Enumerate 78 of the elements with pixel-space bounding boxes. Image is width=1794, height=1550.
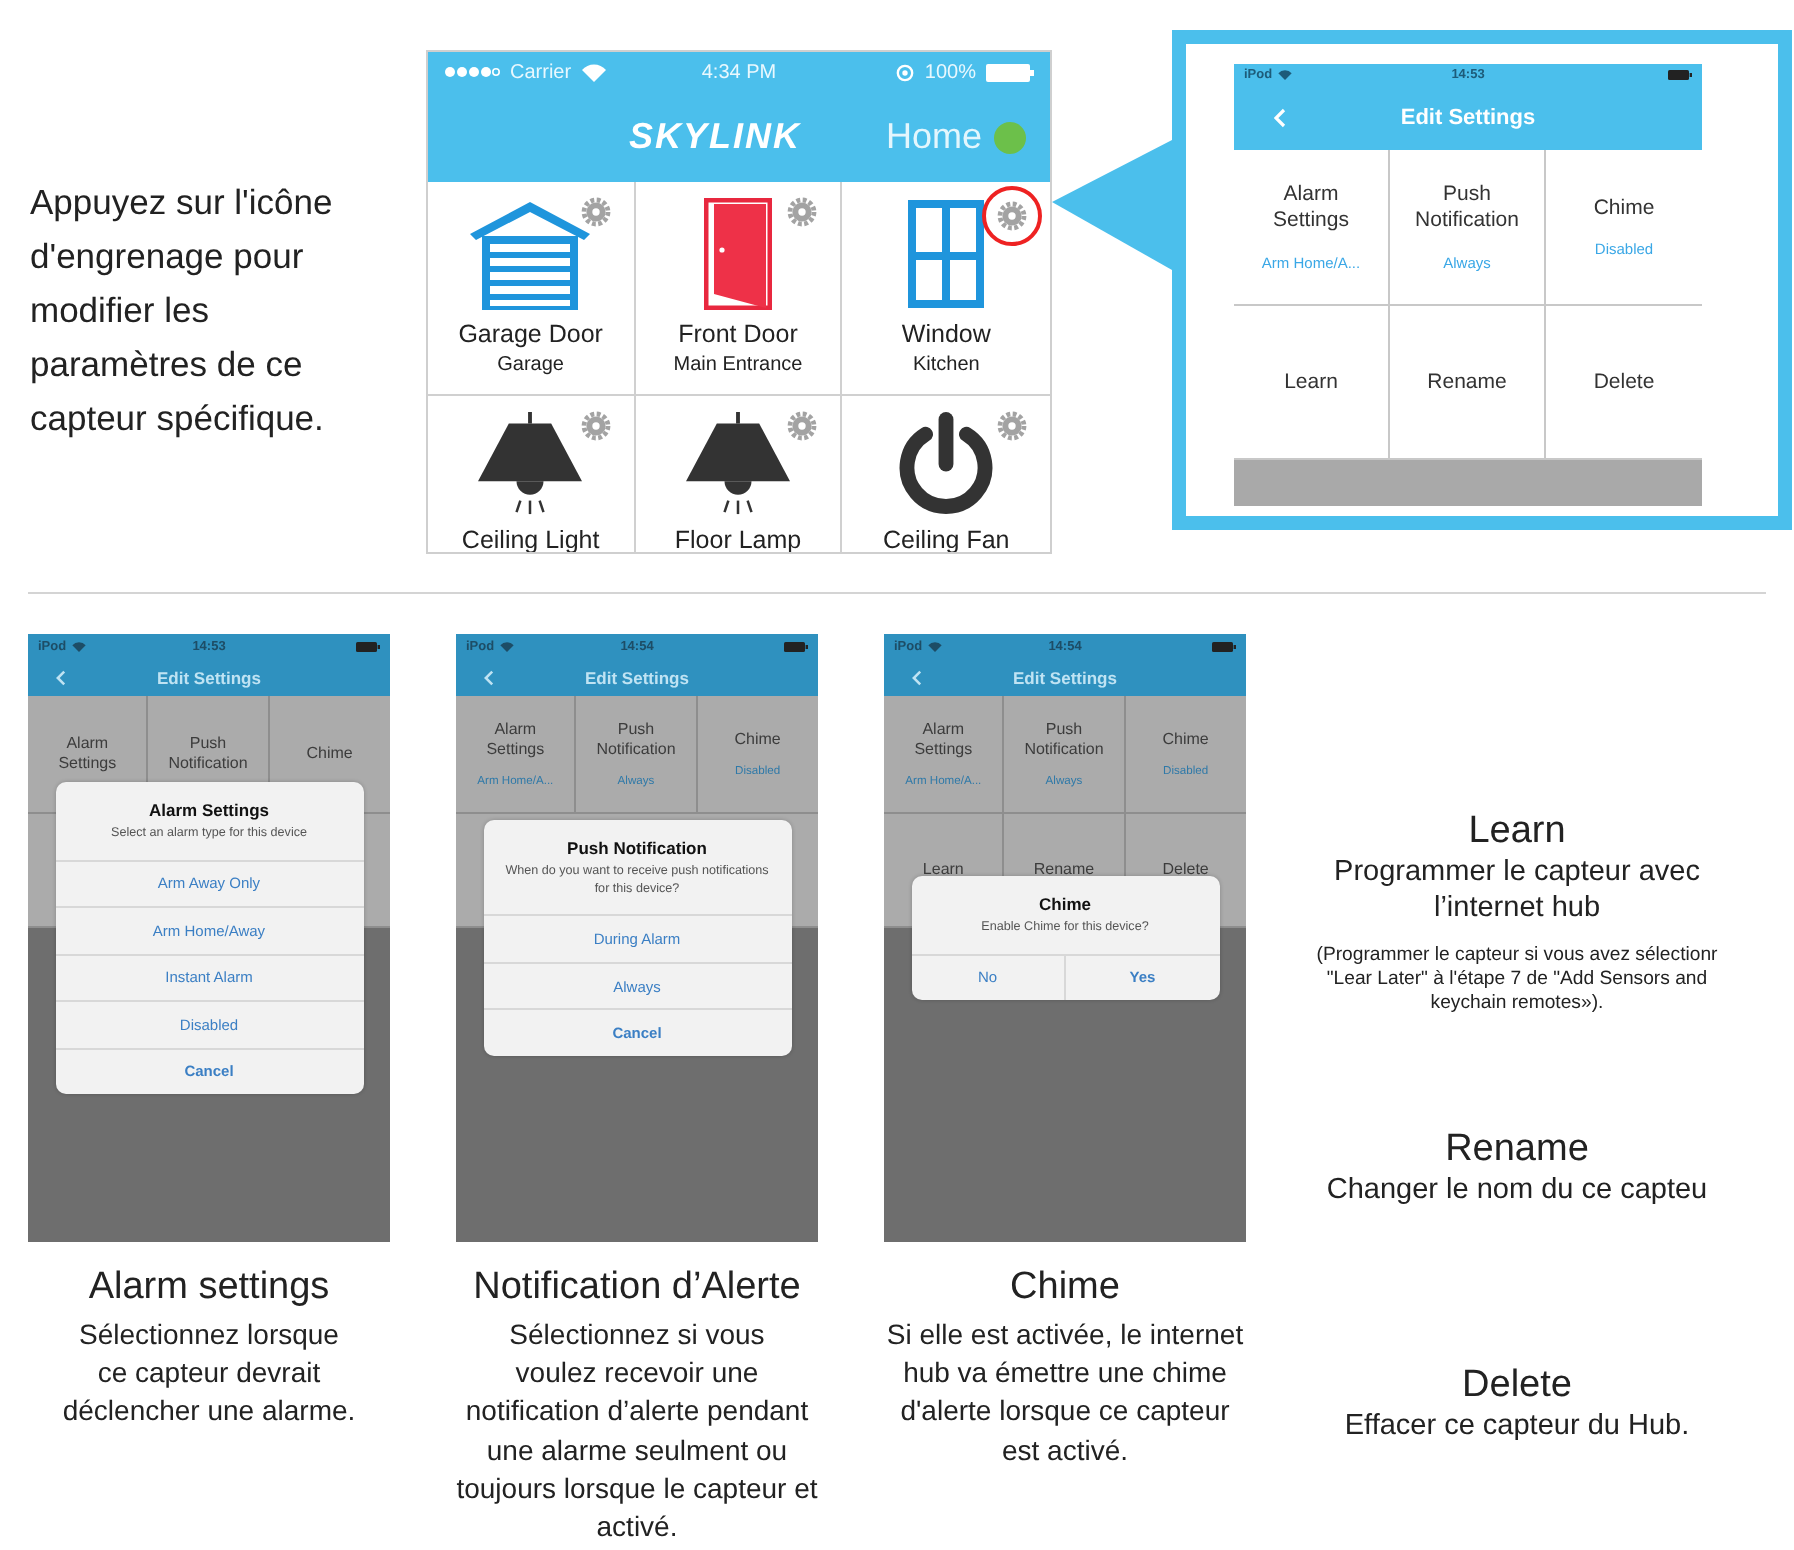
back-icon[interactable] <box>56 669 66 685</box>
app-logo: SKYLINK <box>626 116 803 158</box>
room-name: Main Entrance <box>673 354 803 376</box>
settings-icon[interactable] <box>579 196 612 228</box>
caption-text: Sélectionnez lorsque ce capteur devrait déclencher une alarme. <box>62 1316 356 1431</box>
caption-title: Chime <box>1010 1264 1120 1312</box>
note-title: Learn <box>1468 810 1566 854</box>
settings-icon[interactable] <box>579 410 612 442</box>
caption-text: Si elle est activée, le internet hub va émettre une chime d'alerte lorsque ce capteur est activé. <box>886 1316 1244 1470</box>
device-name: Front Door <box>678 320 798 348</box>
screen-title: Edit Settings <box>157 667 261 687</box>
caption-title: Notification d’Alerte <box>473 1264 801 1312</box>
caption-title: Alarm settings <box>88 1264 330 1312</box>
note-title: Rename <box>1445 1128 1589 1172</box>
back-icon[interactable] <box>912 669 922 685</box>
wifi-icon <box>72 641 87 651</box>
garage-icon <box>468 198 593 310</box>
dialog-title: Chime <box>1037 894 1093 914</box>
battery-icon <box>1668 70 1692 80</box>
room-name: Garage <box>497 354 564 376</box>
wifi-icon <box>1278 70 1293 80</box>
option-label: Push Notification <box>166 734 250 774</box>
option-label: Push Notification <box>594 720 678 760</box>
footnote-text: (Programmer le capteur si vous avez sélectionr "Lear Later" à l'étape 7 de "Add Sensors and keychain remotes»). <box>1316 944 1718 1016</box>
battery-icon <box>784 641 808 651</box>
battery-icon <box>356 641 380 651</box>
option-tile[interactable]: Delete <box>1546 306 1702 460</box>
back-icon[interactable] <box>484 669 494 685</box>
caption-text: Sélectionnez si vous voulez recevoir une notification d’alerte pendant une alarme seulment ou toujours lorsque le capteur et activé. <box>456 1316 818 1547</box>
wifi-icon <box>581 63 606 81</box>
device-tile[interactable]: Front Door Main Entrance <box>635 182 843 396</box>
window-icon <box>906 198 987 310</box>
note-title: Delete <box>1462 1364 1572 1408</box>
option-label: Alarm Settings <box>912 720 975 760</box>
option-label: Learn <box>922 860 964 880</box>
option-label: Learn <box>1284 369 1338 395</box>
dialog-title: Alarm Settings <box>147 800 271 820</box>
room-name: Kitchen <box>912 354 980 376</box>
screen-title: Edit Settings <box>1013 667 1117 687</box>
option-label: Chime <box>1162 730 1209 750</box>
screen-title: Edit Settings <box>1400 106 1536 130</box>
option-label: Push Notification <box>1413 182 1521 234</box>
option-label: Rename <box>1427 369 1507 395</box>
battery-icon <box>986 63 1034 81</box>
note-text: Effacer ce capteur du Hub. <box>1344 1408 1690 1444</box>
option-label: Rename <box>1033 860 1095 880</box>
screen-title: Edit Settings <box>585 667 689 687</box>
status-time: 4:34 PM <box>701 61 777 83</box>
instruction-text: Appuyez sur l'icône d'engrenage pour modifier les paramètres de ce capteur spécifique. <box>30 180 335 442</box>
settings-icon[interactable] <box>995 410 1028 442</box>
settings-icon[interactable] <box>786 410 819 442</box>
wifi-icon <box>500 641 515 651</box>
option-label: Delete <box>1593 369 1655 395</box>
option-tile[interactable]: Learn <box>1234 306 1390 460</box>
settings-icon[interactable] <box>786 196 819 228</box>
note-text: Changer le nom du ce capteu <box>1326 1172 1708 1208</box>
device-tile[interactable]: Garage Door Garage <box>428 182 636 396</box>
device-name: Window <box>901 320 991 348</box>
option-label: Push Notification <box>1022 720 1106 760</box>
door-icon <box>703 198 772 310</box>
option-label: Alarm Settings <box>56 734 119 774</box>
option-tile[interactable]: Rename <box>1390 306 1546 460</box>
device-name: Garage Door <box>458 320 603 348</box>
option-label: Chime <box>734 730 781 750</box>
alarm-icon <box>896 63 915 81</box>
battery-percent: 100% <box>924 61 976 83</box>
option-label: Delete <box>1162 860 1209 880</box>
battery-icon <box>1212 641 1236 651</box>
carrier-name: Carrier <box>510 61 572 83</box>
option-label: Alarm Settings <box>1271 182 1351 234</box>
device-tile[interactable]: Window Kitchen <box>842 182 1050 396</box>
signal-icon <box>444 66 500 78</box>
option-label: Alarm Settings <box>484 720 547 760</box>
note-text: Programmer le capteur avec l’internet hub <box>1334 854 1700 926</box>
option-label: Chime <box>1593 195 1655 221</box>
dialog-title: Push Notification <box>565 838 709 859</box>
option-label: Chime <box>306 744 353 764</box>
wifi-icon <box>928 641 943 651</box>
